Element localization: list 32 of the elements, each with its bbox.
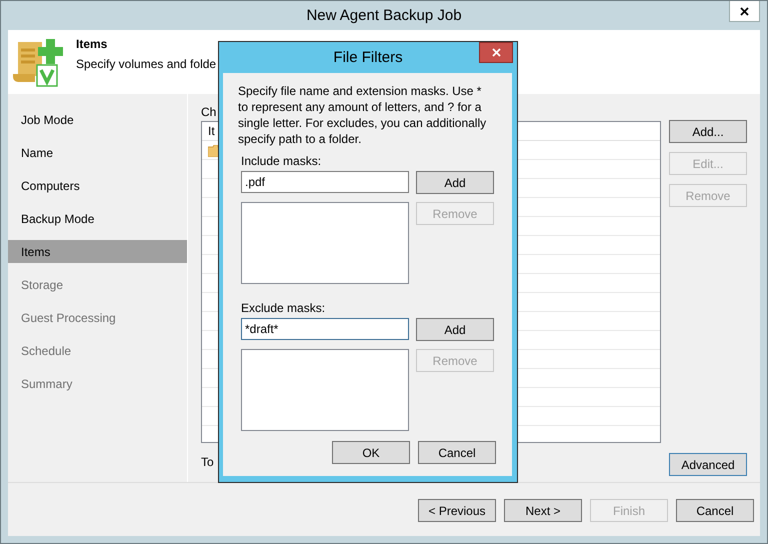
- scroll-with-plus-icon: [12, 36, 66, 88]
- masks-label: Include masks:: [241, 154, 322, 168]
- add-button[interactable]: Add: [416, 318, 494, 341]
- nav-item[interactable]: Items: [8, 240, 187, 263]
- advanced-button[interactable]: Advanced: [669, 453, 747, 476]
- close-button[interactable]: [479, 42, 513, 63]
- cancel-button[interactable]: Cancel: [418, 441, 496, 464]
- nav-item[interactable]: Job Mode: [8, 108, 187, 131]
- mask-input[interactable]: .pdf: [241, 171, 409, 193]
- close-icon: [740, 6, 749, 16]
- close-icon: [492, 48, 500, 57]
- instructions-text: Specify file name and extension masks. Use * to represent any amount of letters, and ? for a single letter. For excludes, you can additionally specify path to a folder.: [238, 83, 488, 147]
- masks-list[interactable]: [241, 349, 409, 431]
- cancel-button[interactable]: Cancel: [676, 499, 754, 522]
- nav-item[interactable]: Computers: [8, 174, 187, 197]
- previous-button[interactable]: < Previous: [418, 499, 496, 522]
- masks-list[interactable]: [241, 202, 409, 284]
- next-button[interactable]: Next >: [504, 499, 582, 522]
- page-title: Items: [76, 37, 108, 51]
- nav-item[interactable]: Name: [8, 141, 187, 164]
- nav-item[interactable]: Backup Mode: [8, 207, 187, 230]
- page-description: Specify volumes and folde: [76, 57, 216, 71]
- add-button[interactable]: Add: [416, 171, 494, 194]
- mask-input[interactable]: *draft*: [241, 318, 409, 340]
- close-button[interactable]: [729, 1, 760, 22]
- ok-button[interactable]: OK: [332, 441, 410, 464]
- dialog-title: File Filters: [333, 49, 403, 66]
- table-label: Ch: [201, 105, 216, 119]
- window-title: New Agent Backup Job: [306, 7, 462, 24]
- masks-label: Exclude masks:: [241, 301, 326, 315]
- add-button[interactable]: Add...: [669, 120, 747, 143]
- footer-label: To: [201, 455, 214, 469]
